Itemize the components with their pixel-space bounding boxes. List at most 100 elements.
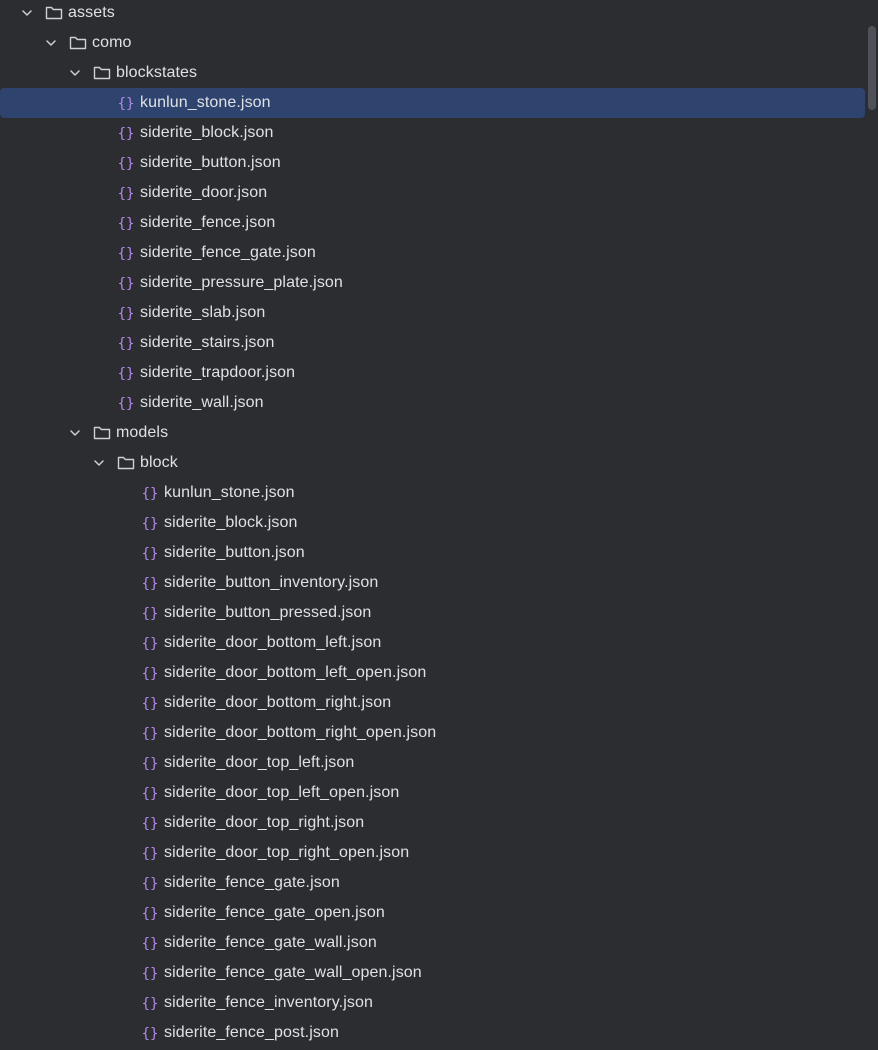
- svg-text:{}: {}: [142, 786, 159, 802]
- tree-folder-row[interactable]: como: [0, 28, 866, 58]
- tree-file-row[interactable]: {} siderite_slab.json: [0, 298, 866, 328]
- tree-file-row[interactable]: {} siderite_fence_gate.json: [0, 868, 866, 898]
- chevron-down-icon[interactable]: [92, 456, 106, 470]
- tree-file-row[interactable]: {} siderite_pressure_plate.json: [0, 268, 866, 298]
- file-name: siderite_door_bottom_right_open.json: [164, 724, 437, 741]
- tree-file-row[interactable]: {} siderite_button.json: [0, 538, 866, 568]
- svg-text:{}: {}: [142, 666, 159, 682]
- tree-file-row[interactable]: {} siderite_door_bottom_right_open.json: [0, 718, 866, 748]
- json-file-icon: {}: [140, 603, 160, 623]
- tree-file-row[interactable]: {} siderite_door_bottom_left_open.json: [0, 658, 866, 688]
- svg-text:{}: {}: [118, 216, 135, 232]
- chevron-down-icon[interactable]: [44, 36, 58, 50]
- tree-folder-row[interactable]: block: [0, 448, 866, 478]
- json-file-icon: {}: [140, 903, 160, 923]
- file-name: siderite_door.json: [140, 184, 268, 201]
- tree-file-row[interactable]: {} kunlun_stone.json: [0, 478, 866, 508]
- tree-file-row[interactable]: {} siderite_door_top_right.json: [0, 808, 866, 838]
- svg-text:{}: {}: [118, 96, 135, 112]
- file-name: siderite_fence_gate_open.json: [164, 904, 385, 921]
- tree-folder-row[interactable]: models: [0, 418, 866, 448]
- json-file-icon: {}: [116, 243, 136, 263]
- tree-file-row[interactable]: {} siderite_fence_gate_wall_open.json: [0, 958, 866, 988]
- tree-file-row[interactable]: {} siderite_door.json: [0, 178, 866, 208]
- svg-text:{}: {}: [142, 996, 159, 1012]
- tree-file-row[interactable]: {} siderite_door_bottom_right.json: [0, 688, 866, 718]
- file-name: siderite_fence.json: [140, 214, 276, 231]
- tree-file-row[interactable]: {} siderite_fence_inventory.json: [0, 988, 866, 1018]
- tree-file-row[interactable]: {} siderite_button_inventory.json: [0, 568, 866, 598]
- file-name: siderite_door_top_left.json: [164, 754, 355, 771]
- chevron-down-icon[interactable]: [20, 6, 34, 20]
- file-name: siderite_fence_gate.json: [164, 874, 340, 891]
- file-name: siderite_button_inventory.json: [164, 574, 379, 591]
- json-file-icon: {}: [116, 393, 136, 413]
- svg-text:{}: {}: [142, 516, 159, 532]
- json-file-icon: {}: [140, 573, 160, 593]
- json-file-icon: {}: [116, 363, 136, 383]
- json-file-icon: {}: [140, 543, 160, 563]
- svg-text:{}: {}: [142, 966, 159, 982]
- json-file-icon: {}: [116, 123, 136, 143]
- tree-file-row[interactable]: {} siderite_fence_gate_open.json: [0, 898, 866, 928]
- svg-text:{}: {}: [142, 936, 159, 952]
- tree-file-row[interactable]: {} siderite_wall.json: [0, 388, 866, 418]
- json-file-icon: {}: [140, 843, 160, 863]
- file-name: siderite_block.json: [164, 514, 298, 531]
- tree-file-row[interactable]: {} siderite_door_top_left.json: [0, 748, 866, 778]
- svg-text:{}: {}: [142, 636, 159, 652]
- tree-file-row[interactable]: {} siderite_stairs.json: [0, 328, 866, 358]
- json-file-icon: {}: [140, 993, 160, 1013]
- folder-icon: [44, 3, 64, 23]
- file-name: siderite_door_top_left_open.json: [164, 784, 400, 801]
- tree-file-row[interactable]: {} siderite_block.json: [0, 508, 866, 538]
- json-file-icon: {}: [116, 273, 136, 293]
- svg-text:{}: {}: [142, 756, 159, 772]
- tree-file-row[interactable]: {} siderite_button_pressed.json: [0, 598, 866, 628]
- tree-file-row[interactable]: {} kunlun_stone.json: [0, 88, 865, 118]
- file-name: siderite_door_top_right_open.json: [164, 844, 410, 861]
- tree-file-row[interactable]: {} siderite_fence_post.json: [0, 1018, 866, 1048]
- folder-icon: [92, 423, 112, 443]
- tree-file-row[interactable]: {} siderite_fence.json: [0, 208, 866, 238]
- json-file-icon: {}: [116, 183, 136, 203]
- file-name: siderite_fence_gate_wall_open.json: [164, 964, 422, 981]
- file-name: siderite_door_bottom_left.json: [164, 634, 382, 651]
- svg-text:{}: {}: [118, 396, 135, 412]
- chevron-down-icon[interactable]: [68, 66, 82, 80]
- file-name: siderite_fence_gate.json: [140, 244, 316, 261]
- json-file-icon: {}: [140, 633, 160, 653]
- file-name: siderite_button.json: [164, 544, 305, 561]
- tree-folder-row[interactable]: blockstates: [0, 58, 866, 88]
- tree-file-row[interactable]: {} siderite_trapdoor.json: [0, 358, 866, 388]
- file-name: siderite_button.json: [140, 154, 281, 171]
- project-file-tree[interactable]: assets como blockstates {} kunlun_stone.json…: [0, 0, 866, 1050]
- folder-name: models: [116, 424, 169, 441]
- tree-file-row[interactable]: {} siderite_fence_gate_wall.json: [0, 928, 866, 958]
- file-name: siderite_fence_post.json: [164, 1024, 339, 1041]
- tree-file-row[interactable]: {} siderite_door_bottom_left.json: [0, 628, 866, 658]
- scrollbar-thumb[interactable]: [868, 26, 876, 110]
- svg-text:{}: {}: [118, 126, 135, 142]
- file-name: siderite_slab.json: [140, 304, 266, 321]
- chevron-down-icon[interactable]: [68, 426, 82, 440]
- tree-file-row[interactable]: {} siderite_door_top_left_open.json: [0, 778, 866, 808]
- tree-file-row[interactable]: {} siderite_button.json: [0, 148, 866, 178]
- svg-text:{}: {}: [142, 906, 159, 922]
- svg-text:{}: {}: [118, 246, 135, 262]
- json-file-icon: {}: [140, 513, 160, 533]
- folder-icon: [68, 33, 88, 53]
- json-file-icon: {}: [140, 483, 160, 503]
- tree-file-row[interactable]: {} siderite_block.json: [0, 118, 866, 148]
- tree-file-row[interactable]: {} siderite_door_top_right_open.json: [0, 838, 866, 868]
- tree-folder-row[interactable]: assets: [0, 0, 866, 28]
- folder-name: assets: [68, 4, 115, 21]
- tree-file-row[interactable]: {} siderite_fence_gate.json: [0, 238, 866, 268]
- folder-icon: [92, 63, 112, 83]
- file-name: siderite_pressure_plate.json: [140, 274, 343, 291]
- json-file-icon: {}: [140, 933, 160, 953]
- svg-text:{}: {}: [142, 816, 159, 832]
- json-file-icon: {}: [116, 303, 136, 323]
- folder-icon: [116, 453, 136, 473]
- vertical-scrollbar[interactable]: [866, 0, 878, 1050]
